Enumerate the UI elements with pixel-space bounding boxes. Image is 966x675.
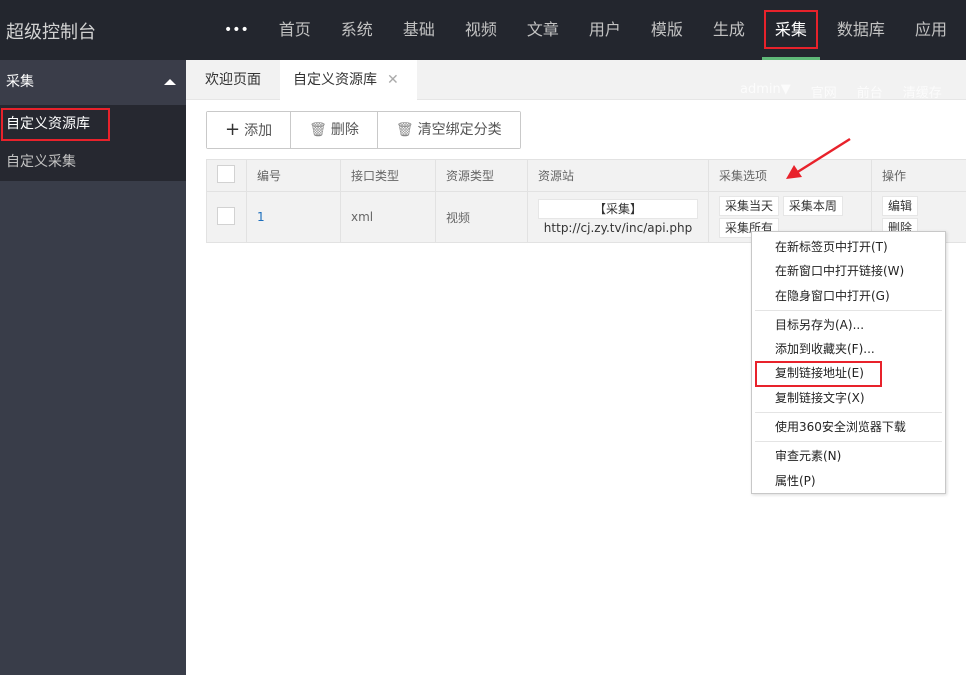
highlight-box — [763, 10, 818, 49]
edit-button[interactable]: 编辑 — [882, 196, 919, 216]
nav-system[interactable]: 系统 — [326, 0, 388, 60]
add-label: 添加 — [244, 123, 273, 139]
toolbar: + 添加 🗑 删除 🗑 清空绑定分类 — [206, 111, 521, 149]
menu-open-incognito[interactable]: 在隐身窗口中打开(G) — [752, 284, 945, 308]
menu-divider — [755, 441, 942, 443]
clear-cache[interactable]: 清缓存 — [903, 82, 942, 101]
highlight-box — [1, 108, 110, 141]
menu-download-360[interactable]: 使用360安全浏览器下载 — [752, 415, 945, 439]
nav-video[interactable]: 视频 — [450, 0, 512, 60]
menu-divider — [755, 412, 942, 414]
cell-api-type: xml — [340, 191, 436, 243]
collect-today-button[interactable]: 采集当天 — [719, 196, 780, 216]
link-frontend[interactable]: 前台 — [857, 82, 883, 101]
tab-welcome[interactable]: 欢迎页面 — [186, 60, 280, 100]
user-bar: admin▼ 官网 前台 清缓存 — [740, 82, 942, 101]
clear-bindings-button[interactable]: 🗑 清空绑定分类 — [377, 112, 520, 148]
sidebar-item-custom-resource[interactable]: 自定义资源库 — [0, 105, 186, 143]
tab-custom-resource[interactable]: 自定义资源库 ✕ — [280, 60, 417, 100]
tab-label: 自定义资源库 — [293, 72, 377, 88]
col-actions: 操作 — [871, 159, 966, 192]
admin-menu[interactable]: admin▼ — [740, 82, 791, 101]
collect-week-button[interactable]: 采集本周 — [782, 196, 843, 216]
menu-open-new-tab[interactable]: 在新标签页中打开(T) — [752, 235, 945, 259]
nav-user[interactable]: 用户 — [574, 0, 636, 60]
sidebar: 采集 自定义资源库 自定义采集 — [0, 60, 186, 675]
delete-label: 删除 — [330, 122, 359, 138]
sidebar-item-custom-collect[interactable]: 自定义采集 — [0, 143, 186, 181]
site-url: http://cj.zy.tv/inc/api.php — [543, 221, 693, 235]
col-api-type: 接口类型 — [340, 159, 436, 192]
nav-database[interactable]: 数据库 — [822, 0, 900, 60]
sidebar-section-collect[interactable]: 采集 — [0, 60, 186, 105]
top-nav: ••• 首页 系统 基础 视频 文章 用户 模版 生成 采集 数据库 应用 — [216, 0, 962, 60]
menu-copy-link-address[interactable]: 复制链接地址(E) — [752, 361, 945, 388]
menu-copy-link-text[interactable]: 复制链接文字(X) — [752, 386, 945, 410]
sidebar-section-label: 采集 — [6, 74, 34, 90]
menu-open-new-window[interactable]: 在新窗口中打开链接(W) — [752, 259, 945, 283]
close-icon[interactable]: ✕ — [387, 72, 399, 88]
menu-properties[interactable]: 属性(P) — [752, 469, 945, 493]
col-id: 编号 — [246, 159, 341, 192]
nav-more[interactable]: ••• — [216, 0, 264, 60]
context-menu: 在新标签页中打开(T) 在新窗口中打开链接(W) 在隐身窗口中打开(G) 目标另… — [751, 231, 946, 494]
red-arrow-annotation — [786, 137, 851, 179]
cell-resource-type: 视频 — [435, 191, 528, 243]
menu-divider — [755, 309, 942, 311]
app-title: 超级控制台 — [6, 22, 96, 43]
col-site: 资源站 — [527, 159, 709, 192]
trash-icon: 🗑 — [309, 122, 327, 138]
collect-link[interactable]: 【采集】 — [538, 199, 698, 219]
col-resource-type: 资源类型 — [435, 159, 528, 192]
delete-button[interactable]: 🗑 删除 — [291, 112, 378, 148]
top-bar: 超级控制台 ••• 首页 系统 基础 视频 文章 用户 模版 生成 采集 数据库… — [0, 0, 966, 60]
plus-icon: + — [225, 119, 241, 140]
nav-generate[interactable]: 生成 — [698, 0, 760, 60]
menu-inspect[interactable]: 审查元素(N) — [752, 444, 945, 468]
nav-article[interactable]: 文章 — [512, 0, 574, 60]
menu-add-favorite[interactable]: 添加到收藏夹(F)... — [752, 337, 945, 361]
nav-template[interactable]: 模版 — [636, 0, 698, 60]
nav-apps[interactable]: 应用 — [900, 0, 962, 60]
nav-collect[interactable]: 采集 — [760, 0, 822, 60]
link-official[interactable]: 官网 — [811, 82, 837, 101]
nav-basic[interactable]: 基础 — [388, 0, 450, 60]
select-all-checkbox[interactable] — [217, 165, 235, 183]
highlight-box — [755, 361, 882, 388]
menu-save-target[interactable]: 目标另存为(A)... — [752, 313, 945, 337]
cell-id: 1 — [246, 191, 341, 243]
clear-label: 清空绑定分类 — [417, 122, 502, 138]
caret-up-icon — [164, 79, 176, 85]
add-button[interactable]: + 添加 — [207, 112, 292, 148]
trash-icon: 🗑 — [395, 122, 414, 138]
row-checkbox[interactable] — [217, 206, 235, 225]
nav-home[interactable]: 首页 — [264, 0, 326, 60]
